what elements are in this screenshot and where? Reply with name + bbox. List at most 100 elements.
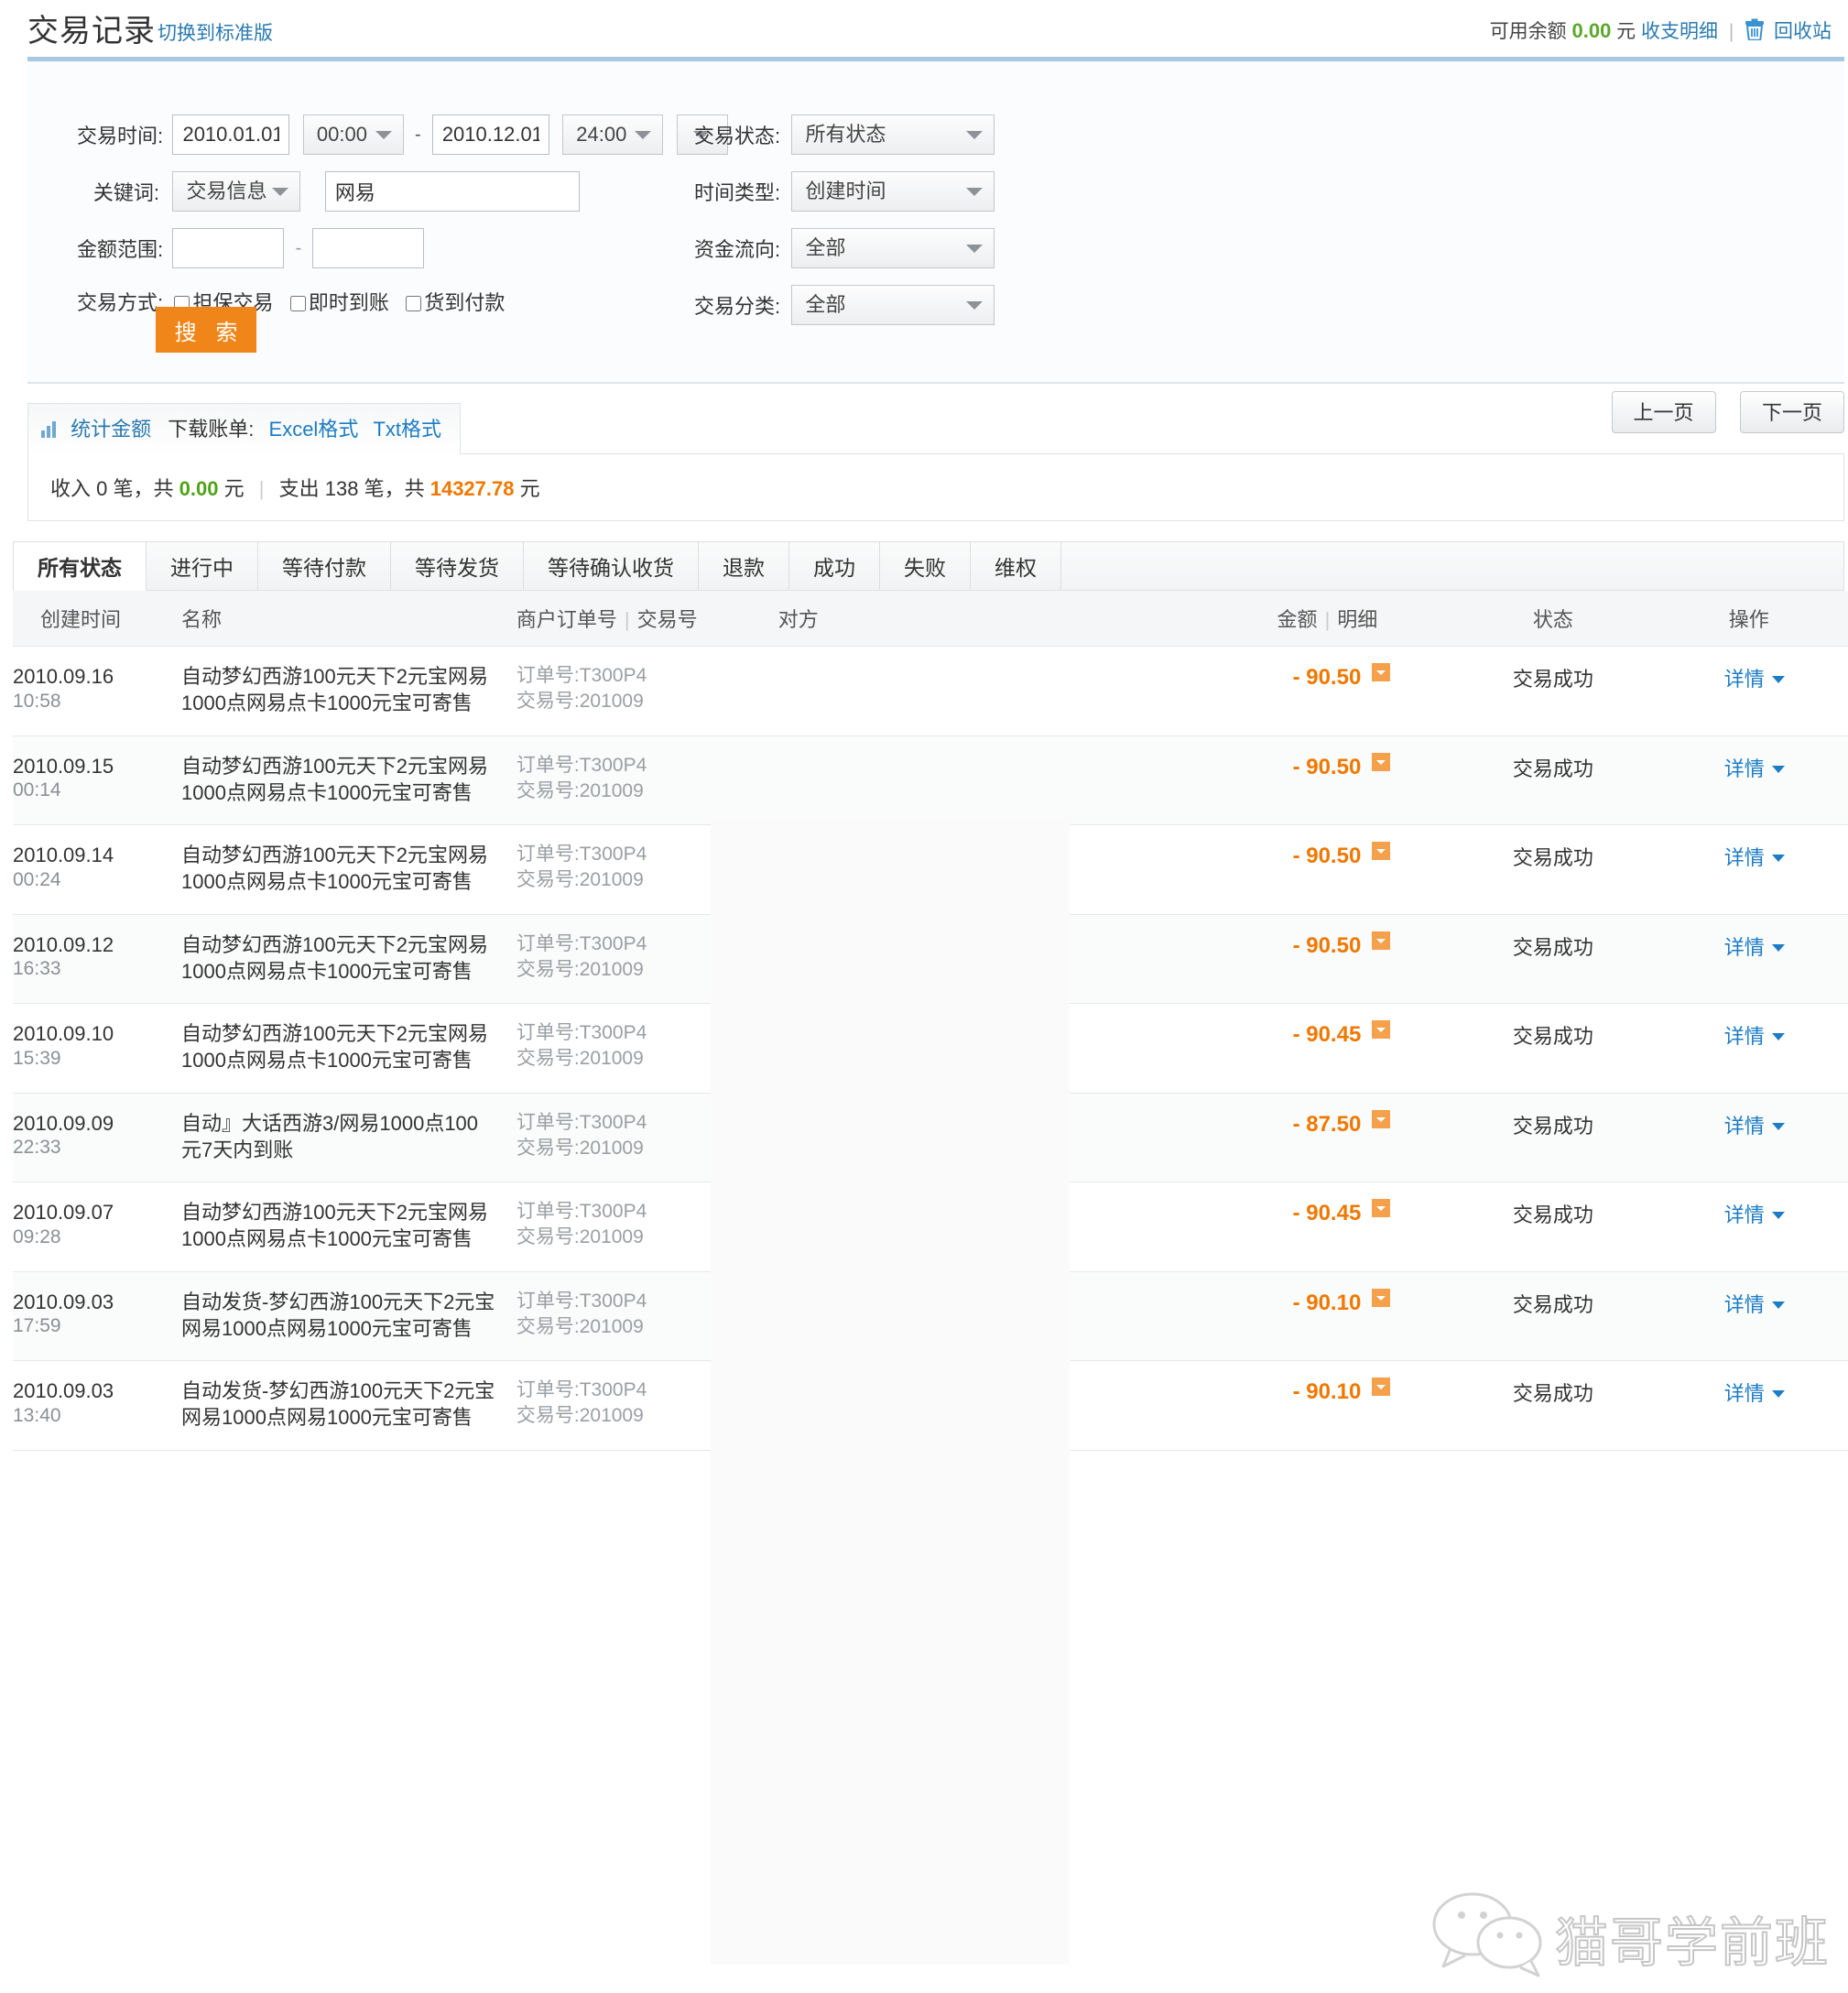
search-button[interactable]: 搜 索 xyxy=(156,307,256,353)
row-detail-link[interactable]: 详情 xyxy=(1724,1115,1765,1138)
page-header: 交易记录 切换到标准版 可用余额 0.00 元 收支明细 | 回收站 xyxy=(0,0,1848,57)
table-row[interactable]: 2010.09.03 13:40 自动发货-梦幻西游100元天下2元宝网易1000点… xyxy=(13,1360,1848,1451)
next-page-button[interactable]: 下一页 xyxy=(1740,391,1844,433)
wechat-icon xyxy=(1429,1891,1548,1984)
row-status: 交易成功 xyxy=(1512,1025,1593,1048)
row-detail-link[interactable]: 详情 xyxy=(1724,757,1765,780)
detail-expand-icon[interactable] xyxy=(1372,1199,1391,1217)
flow-label: 资金流向: xyxy=(694,238,781,261)
table-row[interactable]: 2010.09.07 09:28 自动梦幻西游100元天下2元宝网易1000点网易点… xyxy=(13,1182,1848,1272)
col-name: 名称 xyxy=(181,591,509,647)
switch-to-standard-link[interactable]: 切换到标准版 xyxy=(158,18,273,46)
detail-expand-icon[interactable] xyxy=(1372,1378,1391,1396)
method-checkbox-instant[interactable]: 即时到账 xyxy=(289,287,389,316)
col-order-no-label: 商户订单号 xyxy=(516,608,617,631)
tab-all-status[interactable]: 所有状态 xyxy=(13,541,147,591)
method-checkbox-cod[interactable]: 货到付款 xyxy=(406,287,505,316)
row-amount: - 90.50 xyxy=(1292,754,1362,779)
table-row[interactable]: 2010.09.10 15:39 自动梦幻西游100元天下2元宝网易1000点网易点… xyxy=(13,1003,1848,1094)
checkbox-input[interactable] xyxy=(406,296,422,311)
row-name: 自动梦幻西游100元天下2元宝网易1000点网易点卡1000元宝可寄售 xyxy=(181,932,488,983)
flow-select[interactable]: 全部 xyxy=(791,228,995,268)
chevron-down-icon[interactable] xyxy=(1771,1301,1785,1309)
row-detail-link[interactable]: 详情 xyxy=(1724,936,1765,959)
row-status: 交易成功 xyxy=(1512,1382,1593,1405)
chevron-down-icon xyxy=(375,131,392,139)
table-row[interactable]: 2010.09.12 16:33 自动梦幻西游100元天下2元宝网易1000点网易点… xyxy=(13,914,1848,1004)
detail-expand-icon[interactable] xyxy=(1372,842,1391,860)
row-amount: - 90.10 xyxy=(1292,1379,1362,1404)
chevron-down-icon[interactable] xyxy=(1771,1390,1785,1398)
tab-awaiting-payment[interactable]: 等待付款 xyxy=(258,541,391,590)
row-detail-link[interactable]: 详情 xyxy=(1724,846,1765,869)
amount-min-input[interactable] xyxy=(172,228,285,268)
tab-success[interactable]: 成功 xyxy=(789,541,880,590)
row-detail-link[interactable]: 详情 xyxy=(1724,1382,1765,1405)
recycle-bin-link[interactable]: 回收站 xyxy=(1774,21,1832,42)
detail-expand-icon[interactable] xyxy=(1372,1288,1391,1307)
tab-in-progress[interactable]: 进行中 xyxy=(147,541,258,590)
detail-expand-icon[interactable] xyxy=(1372,931,1391,950)
trash-icon xyxy=(1745,18,1765,46)
table-row[interactable]: 2010.09.03 17:59 自动发货-梦幻西游100元天下2元宝网易1000点… xyxy=(13,1271,1848,1361)
search-row-timetype: 时间类型: 创建时间 xyxy=(694,171,995,212)
download-excel-link[interactable]: Excel格式 xyxy=(269,418,359,441)
checkbox-input[interactable] xyxy=(289,296,306,311)
date-to-input[interactable] xyxy=(431,114,549,155)
table-row[interactable]: 2010.09.09 22:33 自动』大话西游3/网易1000点100元7天内到账… xyxy=(13,1093,1848,1182)
keyword-type-select[interactable]: 交易信息 xyxy=(172,171,301,212)
tab-dispute[interactable]: 维权 xyxy=(971,541,1061,590)
chevron-down-icon[interactable] xyxy=(1771,676,1785,683)
time-from-select[interactable]: 00:00 xyxy=(302,114,404,155)
cell-amount: - 90.10 xyxy=(1146,1271,1446,1361)
table-row[interactable]: 2010.09.14 00:24 自动梦幻西游100元天下2元宝网易1000点网易点… xyxy=(13,824,1848,915)
bar-chart-icon xyxy=(41,419,60,443)
statistics-section: 上一页 下一页 统计金额 下载账单: Excel格式 Txt格式 收入 0 笔，… xyxy=(27,384,1844,521)
table-row[interactable]: 2010.09.16 10:58 自动梦幻西游100元天下2元宝网易1000点网易点… xyxy=(13,646,1848,736)
chevron-down-icon[interactable] xyxy=(1771,1122,1785,1130)
prev-page-button[interactable]: 上一页 xyxy=(1611,391,1716,433)
row-name: 自动梦幻西游100元天下2元宝网易1000点网易点卡1000元宝可寄售 xyxy=(181,1201,488,1251)
keyword-input[interactable] xyxy=(324,171,580,212)
row-status: 交易成功 xyxy=(1512,1292,1593,1316)
timetype-value: 创建时间 xyxy=(805,180,886,202)
row-amount: - 90.50 xyxy=(1292,844,1362,868)
cell-create-time: 2010.09.03 17:59 xyxy=(13,1271,182,1361)
row-order-no: 订单号:T300P4 xyxy=(516,1201,647,1222)
row-detail-link[interactable]: 详情 xyxy=(1724,1025,1765,1048)
table-header-row: 创建时间 名称 商户订单号 | 交易号 对方 金额 | 明细 状态 操作 xyxy=(13,591,1848,647)
time-to-select[interactable]: 24:00 xyxy=(562,114,664,155)
tab-refund[interactable]: 退款 xyxy=(699,541,789,590)
date-from-input[interactable] xyxy=(172,114,290,155)
cell-name: 自动梦幻西游100元天下2元宝网易1000点网易点卡1000元宝可寄售 xyxy=(181,735,509,825)
timetype-select[interactable]: 创建时间 xyxy=(791,171,995,212)
row-detail-link[interactable]: 详情 xyxy=(1724,668,1765,691)
download-txt-link[interactable]: Txt格式 xyxy=(373,418,441,441)
header-account-info: 可用余额 0.00 元 收支明细 | 回收站 xyxy=(1490,16,1832,46)
cell-counterparty xyxy=(752,1271,1147,1361)
income-expense-detail-link[interactable]: 收支明细 xyxy=(1641,21,1718,42)
detail-expand-icon[interactable] xyxy=(1372,752,1391,771)
category-select[interactable]: 全部 xyxy=(791,285,995,325)
amount-max-input[interactable] xyxy=(312,228,425,268)
row-name: 自动发货-梦幻西游100元天下2元宝网易1000点网易1000元宝可寄售 xyxy=(181,1290,495,1340)
status-select[interactable]: 所有状态 xyxy=(791,114,995,155)
row-detail-link[interactable]: 详情 xyxy=(1724,1203,1765,1226)
tab-awaiting-receipt[interactable]: 等待确认收货 xyxy=(524,541,699,590)
tab-awaiting-shipment[interactable]: 等待发货 xyxy=(391,541,524,590)
tab-failed[interactable]: 失败 xyxy=(880,541,971,590)
chevron-down-icon[interactable] xyxy=(1771,855,1785,862)
chevron-down-icon[interactable] xyxy=(1771,765,1785,773)
chevron-down-icon[interactable] xyxy=(1771,943,1785,952)
row-trade-no: 交易号:201009 xyxy=(516,1315,644,1337)
search-row-category: 交易分类: 全部 xyxy=(694,285,995,325)
detail-expand-icon[interactable] xyxy=(1372,1020,1391,1039)
detail-expand-icon[interactable] xyxy=(1372,1109,1391,1128)
chevron-down-icon[interactable] xyxy=(1771,1033,1785,1040)
chevron-down-icon[interactable] xyxy=(1771,1212,1785,1219)
time-from-value: 00:00 xyxy=(316,123,367,146)
row-detail-link[interactable]: 详情 xyxy=(1724,1293,1765,1316)
table-row[interactable]: 2010.09.15 00:14 自动梦幻西游100元天下2元宝网易1000点网易点… xyxy=(13,735,1848,825)
chevron-down-icon xyxy=(635,131,652,139)
detail-expand-icon[interactable] xyxy=(1372,663,1391,681)
